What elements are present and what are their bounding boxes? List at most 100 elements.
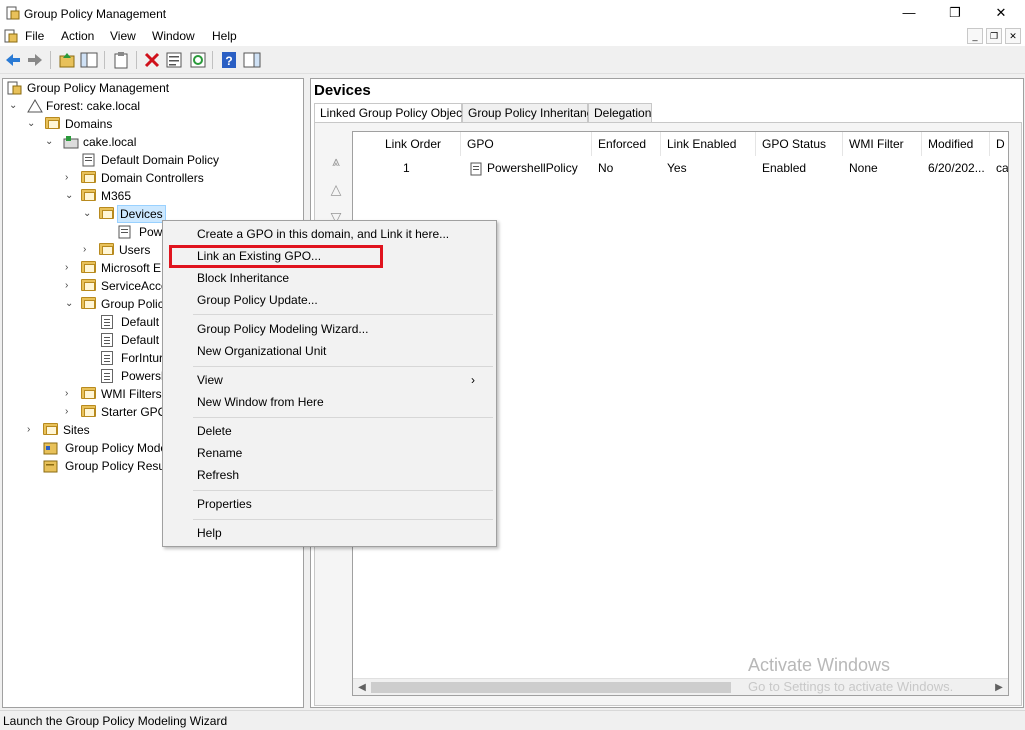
pane-title: Devices <box>314 82 371 99</box>
move-top-icon[interactable]: ⩓ <box>327 153 345 171</box>
tree-item-domain[interactable]: ⌄ cake.local <box>43 133 293 151</box>
tree-item-root[interactable]: Group Policy Management <box>7 79 297 97</box>
column-wmi-filter[interactable]: WMI Filter <box>843 132 922 156</box>
context-menu: Create a GPO in this domain, and Link it… <box>162 220 497 547</box>
cell-gpo-status: Enabled <box>762 161 807 175</box>
cell-gpo: PowershellPolicy <box>487 161 578 175</box>
scroll-right-icon[interactable]: ▶ <box>991 680 1007 695</box>
gpo-link-icon <box>82 153 95 167</box>
tree-label: WMI Filters <box>101 387 162 401</box>
gpo-folder-icon <box>81 297 97 311</box>
clipboard-icon[interactable] <box>112 51 130 69</box>
menu-window[interactable]: Window <box>152 29 195 43</box>
menu-item-new-window[interactable]: New Window from Here <box>197 391 324 413</box>
menu-bar: File Action View Window Help _ ❐ ✕ <box>0 26 1025 46</box>
tree-item-m365[interactable]: ⌄ M365 <box>63 187 303 205</box>
collapse-icon[interactable]: ⌄ <box>45 133 55 151</box>
column-link-order[interactable]: Link Order <box>353 132 461 156</box>
expand-icon[interactable]: › <box>27 421 37 439</box>
ou-folder-icon <box>81 261 97 275</box>
menu-item-new-ou[interactable]: New Organizational Unit <box>197 340 326 362</box>
collapse-icon[interactable]: ⌄ <box>9 97 19 115</box>
back-icon[interactable] <box>4 51 22 69</box>
properties-icon[interactable] <box>165 51 183 69</box>
expand-icon[interactable]: › <box>65 259 75 277</box>
expand-icon[interactable]: › <box>65 385 75 403</box>
tree-item-domain-controllers[interactable]: › Domain Controllers <box>63 169 303 187</box>
menu-item-help[interactable]: Help <box>197 522 222 544</box>
tree-item-domains[interactable]: ⌄ Domains <box>25 115 295 133</box>
minimize-button[interactable]: — <box>886 0 932 26</box>
column-gpo[interactable]: GPO <box>461 132 592 156</box>
tree-item-default-domain-policy[interactable]: Default Domain Policy <box>81 151 301 169</box>
collapse-icon[interactable]: ⌄ <box>65 295 75 313</box>
menu-item-properties[interactable]: Properties <box>197 493 252 515</box>
column-modified[interactable]: Modified <box>922 132 990 156</box>
menu-file[interactable]: File <box>25 29 44 43</box>
maximize-button[interactable]: ❐ <box>932 0 978 26</box>
menu-help[interactable]: Help <box>212 29 237 43</box>
ou-folder-icon <box>81 171 97 185</box>
menu-item-rename[interactable]: Rename <box>197 442 242 464</box>
menu-separator <box>193 417 493 418</box>
collapse-icon[interactable]: ⌄ <box>27 115 37 133</box>
menu-separator <box>193 490 493 491</box>
column-domain[interactable]: D <box>990 132 1008 156</box>
column-gpo-status[interactable]: GPO Status <box>756 132 843 156</box>
gpo-icon <box>101 315 117 329</box>
starter-folder-icon <box>81 405 97 419</box>
expand-icon[interactable]: › <box>83 241 93 259</box>
sites-folder-icon <box>43 423 59 437</box>
tree-label: ForIntur <box>121 351 164 365</box>
ou-folder-icon <box>81 189 97 203</box>
results-icon <box>43 460 58 473</box>
refresh-icon[interactable] <box>189 51 207 69</box>
help-icon[interactable]: ? <box>220 51 238 69</box>
column-link-enabled[interactable]: Link Enabled <box>661 132 756 156</box>
mdi-close-button[interactable]: ✕ <box>1005 28 1021 44</box>
forward-icon[interactable] <box>26 51 44 69</box>
menu-item-gp-update[interactable]: Group Policy Update... <box>197 289 318 311</box>
up-folder-icon[interactable] <box>58 51 76 69</box>
tab-delegation[interactable]: Delegation <box>588 103 652 123</box>
gpm-app-icon <box>6 6 20 20</box>
tree-item-forest[interactable]: ⌄ Forest: cake.local <box>7 97 297 115</box>
cell-modified: 6/20/202... <box>928 161 985 175</box>
action-pane-icon[interactable] <box>243 51 261 69</box>
activation-watermark-subtitle: Go to Settings to activate Windows. <box>748 679 954 694</box>
scroll-thumb[interactable] <box>371 682 731 693</box>
show-hide-tree-icon[interactable] <box>80 51 98 69</box>
menu-item-view[interactable]: View › <box>197 369 487 391</box>
menu-item-delete[interactable]: Delete <box>197 420 232 442</box>
scroll-left-icon[interactable]: ◀ <box>354 680 370 695</box>
column-enforced[interactable]: Enforced <box>592 132 661 156</box>
delete-icon[interactable] <box>143 51 161 69</box>
menu-item-block-inheritance[interactable]: Block Inheritance <box>197 267 289 289</box>
menu-item-modeling-wizard[interactable]: Group Policy Modeling Wizard... <box>197 318 368 340</box>
menu-action[interactable]: Action <box>61 29 94 43</box>
collapse-icon[interactable]: ⌄ <box>65 187 75 205</box>
tree-label: Default <box>121 333 160 347</box>
cell-link-order: 1 <box>403 161 410 175</box>
expand-icon[interactable]: › <box>65 169 75 187</box>
tree-label: Powersh <box>121 369 168 383</box>
tree-label: Sites <box>63 423 90 437</box>
ou-folder-icon <box>99 207 115 221</box>
mdi-restore-button[interactable]: ❐ <box>986 28 1002 44</box>
expand-icon[interactable]: › <box>65 277 75 295</box>
tree-label: Group Policy Mode <box>65 441 168 455</box>
close-button[interactable]: ✕ <box>978 0 1024 26</box>
menu-separator <box>193 314 493 315</box>
gpo-icon <box>101 333 117 347</box>
menu-item-create-gpo[interactable]: Create a GPO in this domain, and Link it… <box>197 223 449 245</box>
mdi-minimize-button[interactable]: _ <box>967 28 983 44</box>
expand-icon[interactable]: › <box>65 403 75 421</box>
collapse-icon[interactable]: ⌄ <box>83 205 93 223</box>
tree-label: M365 <box>101 189 132 203</box>
move-up-icon[interactable]: △ <box>327 181 345 199</box>
system-menu-icon[interactable] <box>4 29 18 43</box>
tab-inheritance[interactable]: Group Policy Inheritance <box>462 103 599 123</box>
gpo-icon <box>101 369 117 383</box>
menu-item-refresh[interactable]: Refresh <box>197 464 239 486</box>
menu-view[interactable]: View <box>110 29 136 43</box>
